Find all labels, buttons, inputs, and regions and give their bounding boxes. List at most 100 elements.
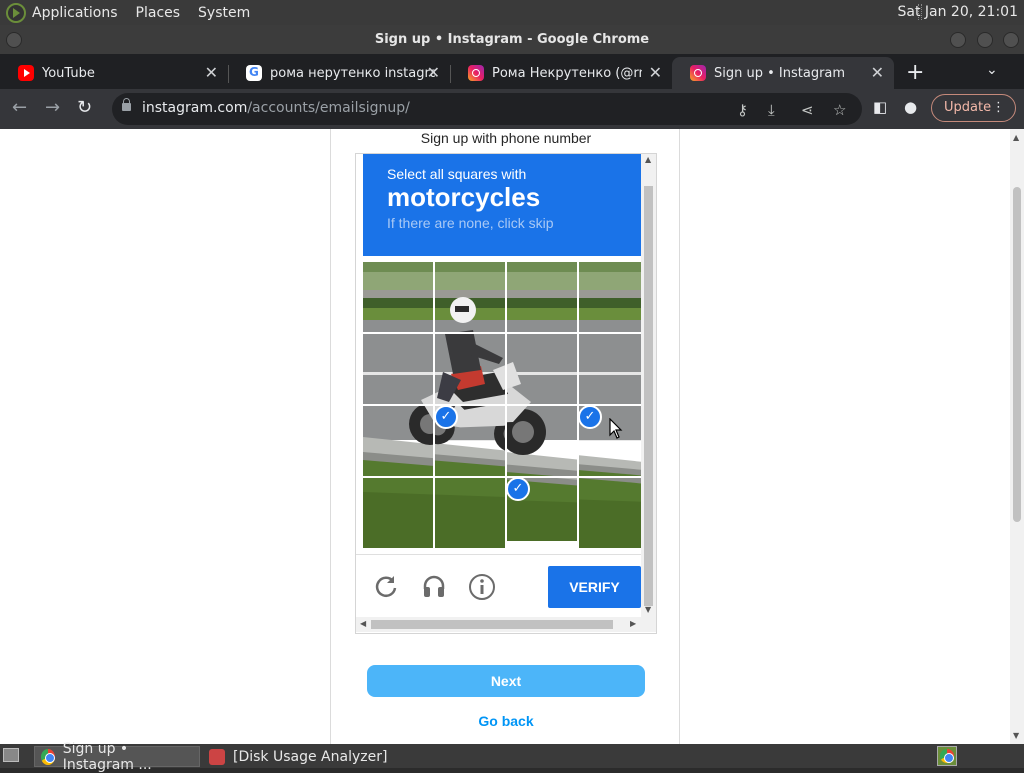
captcha-scrollbar-horizontal[interactable]: ◀ ▶ [356, 617, 656, 632]
captcha-footer: VERIFY [356, 554, 641, 614]
url-host: instagram.com [142, 100, 248, 116]
distro-logo-icon[interactable] [6, 2, 26, 23]
instagram-icon [468, 65, 484, 81]
verify-button[interactable]: VERIFY [548, 566, 641, 608]
captcha-tile-r4-c3[interactable]: ✓ [507, 478, 577, 548]
tab-search-icon[interactable]: ⌄ [986, 62, 998, 78]
captcha-hint: If there are none, click skip [387, 215, 554, 231]
captcha-tile-image [507, 334, 577, 404]
captcha-tile-image [363, 478, 433, 548]
captcha-tile-r1-c1[interactable] [363, 262, 433, 332]
tab-label: YouTube [42, 65, 95, 81]
system-panel: Applications Places System Sat Jan 20, 2… [0, 0, 1024, 25]
captcha-tile-image [579, 334, 641, 404]
show-desktop-icon[interactable] [3, 748, 19, 762]
window-menu-icon[interactable] [6, 32, 22, 48]
captcha-tile-r3-c1[interactable] [363, 406, 433, 476]
install-icon[interactable]: ⤓ [768, 101, 775, 119]
window-title: Sign up • Instagram - Google Chrome [374, 32, 650, 47]
scroll-left-icon[interactable]: ◀ [360, 619, 366, 628]
forward-icon[interactable]: → [45, 97, 60, 118]
disk-usage-icon [209, 748, 225, 765]
more-menu-icon[interactable]: ⋮ [992, 95, 1005, 121]
back-icon[interactable]: ← [12, 97, 27, 118]
scroll-down-icon[interactable]: ▼ [645, 605, 651, 614]
profile-icon[interactable]: ● [904, 98, 917, 116]
reload-icon[interactable]: ↻ [77, 97, 92, 118]
close-tab-icon[interactable]: ✕ [205, 63, 218, 82]
captcha-tile-r4-c2[interactable] [435, 478, 505, 548]
captcha-tile-r3-c3[interactable] [507, 406, 577, 476]
tab-label: Sign up • Instagram [714, 65, 846, 81]
captcha-tile-r2-c3[interactable] [507, 334, 577, 404]
captcha-tile-r2-c4[interactable] [579, 334, 641, 404]
scroll-right-icon[interactable]: ▶ [630, 619, 636, 628]
lock-icon[interactable] [122, 98, 131, 111]
tab-youtube[interactable]: YouTube ✕ [0, 57, 229, 89]
captcha-scrollbar-vertical[interactable]: ▲ ▼ [641, 154, 656, 617]
mouse-cursor-icon [609, 418, 623, 439]
menu-places[interactable]: Places [136, 5, 181, 21]
share-icon[interactable]: ⋖ [801, 101, 814, 119]
captcha-tile-r2-c1[interactable] [363, 334, 433, 404]
captcha-tile-image [363, 406, 433, 476]
clock[interactable]: Sat Jan 20, 21:01 [898, 4, 1019, 20]
url-path: /accounts/emailsignup/ [247, 100, 410, 116]
maximize-icon[interactable] [977, 32, 993, 48]
tab-google-search[interactable]: рома нерутенко instagram ✕ [228, 57, 451, 89]
address-bar[interactable]: instagram.com/accounts/emailsignup/ ⚷ ⤓ … [112, 93, 862, 125]
minimize-icon[interactable] [950, 32, 966, 48]
scroll-up-icon[interactable]: ▲ [1013, 133, 1019, 142]
captcha-tile-r4-c1[interactable] [363, 478, 433, 548]
scrollbar-thumb[interactable] [644, 186, 653, 606]
close-tab-icon[interactable]: ✕ [871, 63, 884, 82]
chrome-icon [41, 748, 55, 765]
captcha-tile-r2-c2[interactable] [435, 334, 505, 404]
scroll-down-icon[interactable]: ▼ [1013, 731, 1019, 740]
menu-system[interactable]: System [198, 5, 250, 21]
close-tab-icon[interactable]: ✕ [427, 63, 440, 82]
update-button[interactable]: Update ⋮ [931, 94, 1016, 122]
scrollbar-thumb[interactable] [1013, 187, 1021, 522]
signup-phone-link[interactable]: Sign up with phone number [331, 130, 681, 146]
captcha-tile-r3-c2[interactable]: ✓ [435, 406, 505, 476]
instagram-icon [690, 65, 706, 81]
captcha-tile-r4-c4[interactable] [579, 478, 641, 548]
captcha-target: motorcycles [387, 182, 541, 212]
tab-label: Рома Некрутенко (@rnekrutenko [492, 65, 642, 81]
bookmark-star-icon[interactable]: ☆ [833, 101, 846, 119]
tab-instagram-profile[interactable]: Рома Некрутенко (@rnekrutenko ✕ [450, 57, 672, 89]
scroll-up-icon[interactable]: ▲ [645, 155, 651, 164]
menu-applications[interactable]: Applications [32, 5, 118, 21]
scrollbar-thumb[interactable] [371, 620, 613, 629]
captcha-tile-image [435, 478, 505, 548]
captcha-header: Select all squares with motorcycles If t… [363, 154, 641, 256]
close-window-icon[interactable] [1003, 32, 1019, 48]
captcha-tile-r1-c3[interactable] [507, 262, 577, 332]
captcha-tile-image [507, 406, 577, 476]
info-icon[interactable] [468, 573, 496, 605]
captcha-tile-r1-c2[interactable] [435, 262, 505, 332]
task-disk-usage[interactable]: [Disk Usage Analyzer] [203, 746, 403, 767]
new-tab-icon[interactable]: + [906, 60, 924, 85]
task-chrome[interactable]: Sign up • Instagram ... [34, 741, 200, 773]
tray-chrome-icon[interactable] [937, 746, 957, 766]
tab-instagram-signup[interactable]: Sign up • Instagram ✕ [672, 57, 894, 89]
audio-challenge-icon[interactable] [421, 573, 447, 603]
window-titlebar[interactable]: Sign up • Instagram - Google Chrome [0, 25, 1024, 54]
captcha-tile-r3-c4[interactable]: ✓ [579, 406, 641, 476]
captcha-image-grid: ✓ ✓ ✓ [363, 262, 641, 548]
captcha-tile-r1-c4[interactable] [579, 262, 641, 332]
key-icon[interactable]: ⚷ [737, 101, 748, 119]
tab-label: рома нерутенко instagram [270, 65, 435, 81]
next-button[interactable]: Next [367, 665, 645, 697]
page-scrollbar[interactable]: ▲ ▼ [1010, 129, 1024, 744]
reload-challenge-icon[interactable] [373, 573, 399, 603]
go-back-link[interactable]: Go back [331, 713, 681, 729]
captcha-tile-image [435, 262, 505, 332]
taskbar: Sign up • Instagram ... [Disk Usage Anal… [0, 741, 1024, 773]
side-panel-icon[interactable]: ◧ [873, 98, 887, 116]
url-text[interactable]: instagram.com/accounts/emailsignup/ [142, 100, 410, 116]
captcha-instruction: Select all squares with [387, 166, 527, 182]
close-tab-icon[interactable]: ✕ [649, 63, 662, 82]
